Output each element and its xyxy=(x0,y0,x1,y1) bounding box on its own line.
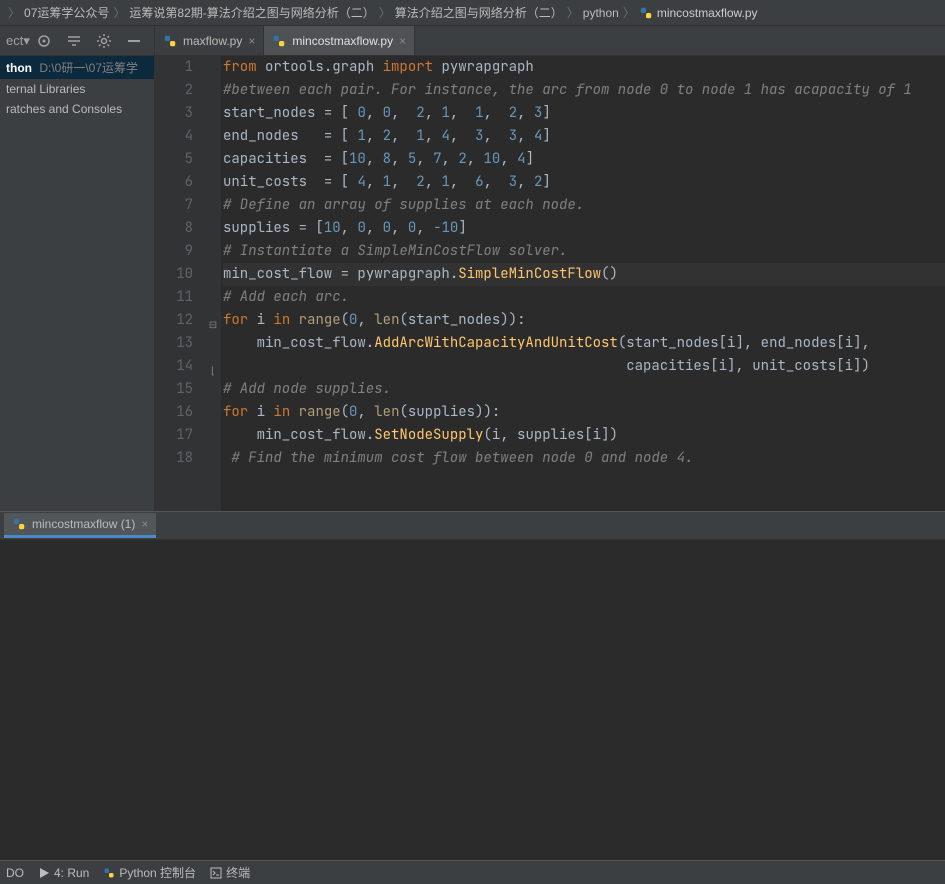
line-number: 5 xyxy=(155,148,193,171)
chevron-right-icon: 〉 xyxy=(379,4,391,21)
code-line[interactable]: min_cost_flow = pywrapgraph.SimpleMinCos… xyxy=(223,263,945,286)
status-bar: DO 4: Run Python 控制台 终端 xyxy=(0,860,945,884)
code-line[interactable]: for i in range(0, len(start_nodes)): xyxy=(223,309,945,332)
code-line[interactable]: start_nodes = [ 0, 0, 2, 1, 1, 2, 3] xyxy=(223,102,945,125)
fold-end-icon[interactable]: ⌊ xyxy=(207,359,219,382)
run-tabs: mincostmaxflow (1) × xyxy=(0,512,945,540)
project-root[interactable]: thon D:\0研一\07运筹学 xyxy=(0,56,154,79)
chevron-right-icon: 〉 xyxy=(8,4,20,21)
python-file-icon xyxy=(12,517,26,531)
line-number: 16 xyxy=(155,401,193,424)
line-number: 7 xyxy=(155,194,193,217)
status-item-todo[interactable]: DO xyxy=(6,866,24,880)
project-root-name: thon xyxy=(6,61,32,75)
settings-icon[interactable] xyxy=(96,33,112,49)
line-number: 10 xyxy=(155,263,193,286)
hide-icon[interactable] xyxy=(126,33,142,49)
status-label: 4: Run xyxy=(54,866,89,880)
chevron-right-icon: 〉 xyxy=(567,4,579,21)
line-number: 9 xyxy=(155,240,193,263)
editor-tabs: maxflow.py × mincostmaxflow.py × xyxy=(155,26,415,55)
line-number: 3 xyxy=(155,102,193,125)
project-sidebar[interactable]: thon D:\0研一\07运筹学 ternal Libraries ratch… xyxy=(0,56,155,511)
close-icon[interactable]: × xyxy=(141,517,148,531)
python-file-icon xyxy=(163,34,177,48)
code-line[interactable]: # Add node supplies. xyxy=(223,378,945,401)
tab-label: maxflow.py xyxy=(183,34,242,48)
line-number: 11 xyxy=(155,286,193,309)
terminal-icon xyxy=(210,867,222,879)
locate-icon[interactable] xyxy=(36,33,52,49)
line-number: 1 xyxy=(155,56,193,79)
code-line[interactable]: # Add each arc. xyxy=(223,286,945,309)
line-number: 17 xyxy=(155,424,193,447)
run-tab-label: mincostmaxflow (1) xyxy=(32,517,135,531)
project-toolbar: ect▾ xyxy=(0,26,155,55)
code-line[interactable]: min_cost_flow.SetNodeSupply(i, supplies[… xyxy=(223,424,945,447)
code-editor[interactable]: 123456789101112131415161718 ⊟⌊ from orto… xyxy=(155,56,945,511)
breadcrumb-item[interactable]: python xyxy=(583,6,619,20)
run-tab-mincostmaxflow[interactable]: mincostmaxflow (1) × xyxy=(4,513,156,538)
line-number: 18 xyxy=(155,447,193,470)
breadcrumb: 〉 07运筹学公众号 〉 运筹说第82期-算法介绍之图与网络分析（二） 〉 算法… xyxy=(0,0,945,26)
line-number: 4 xyxy=(155,125,193,148)
breadcrumb-item[interactable]: mincostmaxflow.py xyxy=(657,6,758,20)
python-icon xyxy=(103,867,115,879)
chevron-right-icon: 〉 xyxy=(113,4,125,21)
editor-tab-mincostmaxflow[interactable]: mincostmaxflow.py × xyxy=(264,26,415,55)
fold-gutter[interactable]: ⊟⌊ xyxy=(207,56,221,511)
breadcrumb-item[interactable]: 算法介绍之图与网络分析（二） xyxy=(395,4,563,21)
line-number: 14 xyxy=(155,355,193,378)
sidebar-item-scratches[interactable]: ratches and Consoles xyxy=(0,99,154,119)
code-line[interactable]: for i in range(0, len(supplies)): xyxy=(223,401,945,424)
tab-label: mincostmaxflow.py xyxy=(292,34,393,48)
code-line[interactable]: capacities[i], unit_costs[i]) xyxy=(223,355,945,378)
breadcrumb-item[interactable]: 运筹说第82期-算法介绍之图与网络分析（二） xyxy=(129,4,374,21)
toolbar-row: ect▾ maxflow.py × mincostmaxflow.py × xyxy=(0,26,945,56)
close-icon[interactable]: × xyxy=(399,34,406,48)
collapse-all-icon[interactable] xyxy=(66,33,82,49)
code-line[interactable]: unit_costs = [ 4, 1, 2, 1, 6, 3, 2] xyxy=(223,171,945,194)
chevron-right-icon: 〉 xyxy=(623,4,635,21)
line-number: 6 xyxy=(155,171,193,194)
python-file-icon xyxy=(639,6,653,20)
line-number: 13 xyxy=(155,332,193,355)
code-area[interactable]: from ortools.graph import pywrapgraph#be… xyxy=(221,56,945,511)
code-line[interactable]: #between each pair. For instance, the ar… xyxy=(223,79,945,102)
close-icon[interactable]: × xyxy=(248,34,255,48)
line-number-gutter: 123456789101112131415161718 xyxy=(155,56,207,511)
breadcrumb-item[interactable]: 07运筹学公众号 xyxy=(24,4,109,21)
code-line[interactable]: # Define an array of supplies at each no… xyxy=(223,194,945,217)
fold-start-icon[interactable]: ⊟ xyxy=(207,313,219,336)
code-line[interactable]: supplies = [10, 0, 0, 0, -10] xyxy=(223,217,945,240)
editor-tab-maxflow[interactable]: maxflow.py × xyxy=(155,26,264,55)
sidebar-item-external-libraries[interactable]: ternal Libraries xyxy=(0,79,154,99)
code-line[interactable]: capacities = [10, 8, 5, 7, 2, 10, 4] xyxy=(223,148,945,171)
line-number: 8 xyxy=(155,217,193,240)
run-tool-window: mincostmaxflow (1) × xyxy=(0,511,945,860)
play-icon xyxy=(38,867,50,879)
line-number: 15 xyxy=(155,378,193,401)
project-root-path: D:\0研一\07运筹学 xyxy=(39,61,138,75)
line-number: 12 xyxy=(155,309,193,332)
code-line[interactable]: min_cost_flow.AddArcWithCapacityAndUnitC… xyxy=(223,332,945,355)
python-file-icon xyxy=(272,34,286,48)
select-opened-file-icon[interactable]: ect▾ xyxy=(6,33,22,49)
code-line[interactable]: # Find the minimum cost flow between nod… xyxy=(223,447,945,470)
code-line[interactable]: end_nodes = [ 1, 2, 1, 4, 3, 3, 4] xyxy=(223,125,945,148)
code-line[interactable]: from ortools.graph import pywrapgraph xyxy=(223,56,945,79)
run-output[interactable] xyxy=(0,540,945,860)
line-number: 2 xyxy=(155,79,193,102)
status-item-run[interactable]: 4: Run xyxy=(38,866,89,880)
code-line[interactable]: # Instantiate a SimpleMinCostFlow solver… xyxy=(223,240,945,263)
main-area: thon D:\0研一\07运筹学 ternal Libraries ratch… xyxy=(0,56,945,511)
